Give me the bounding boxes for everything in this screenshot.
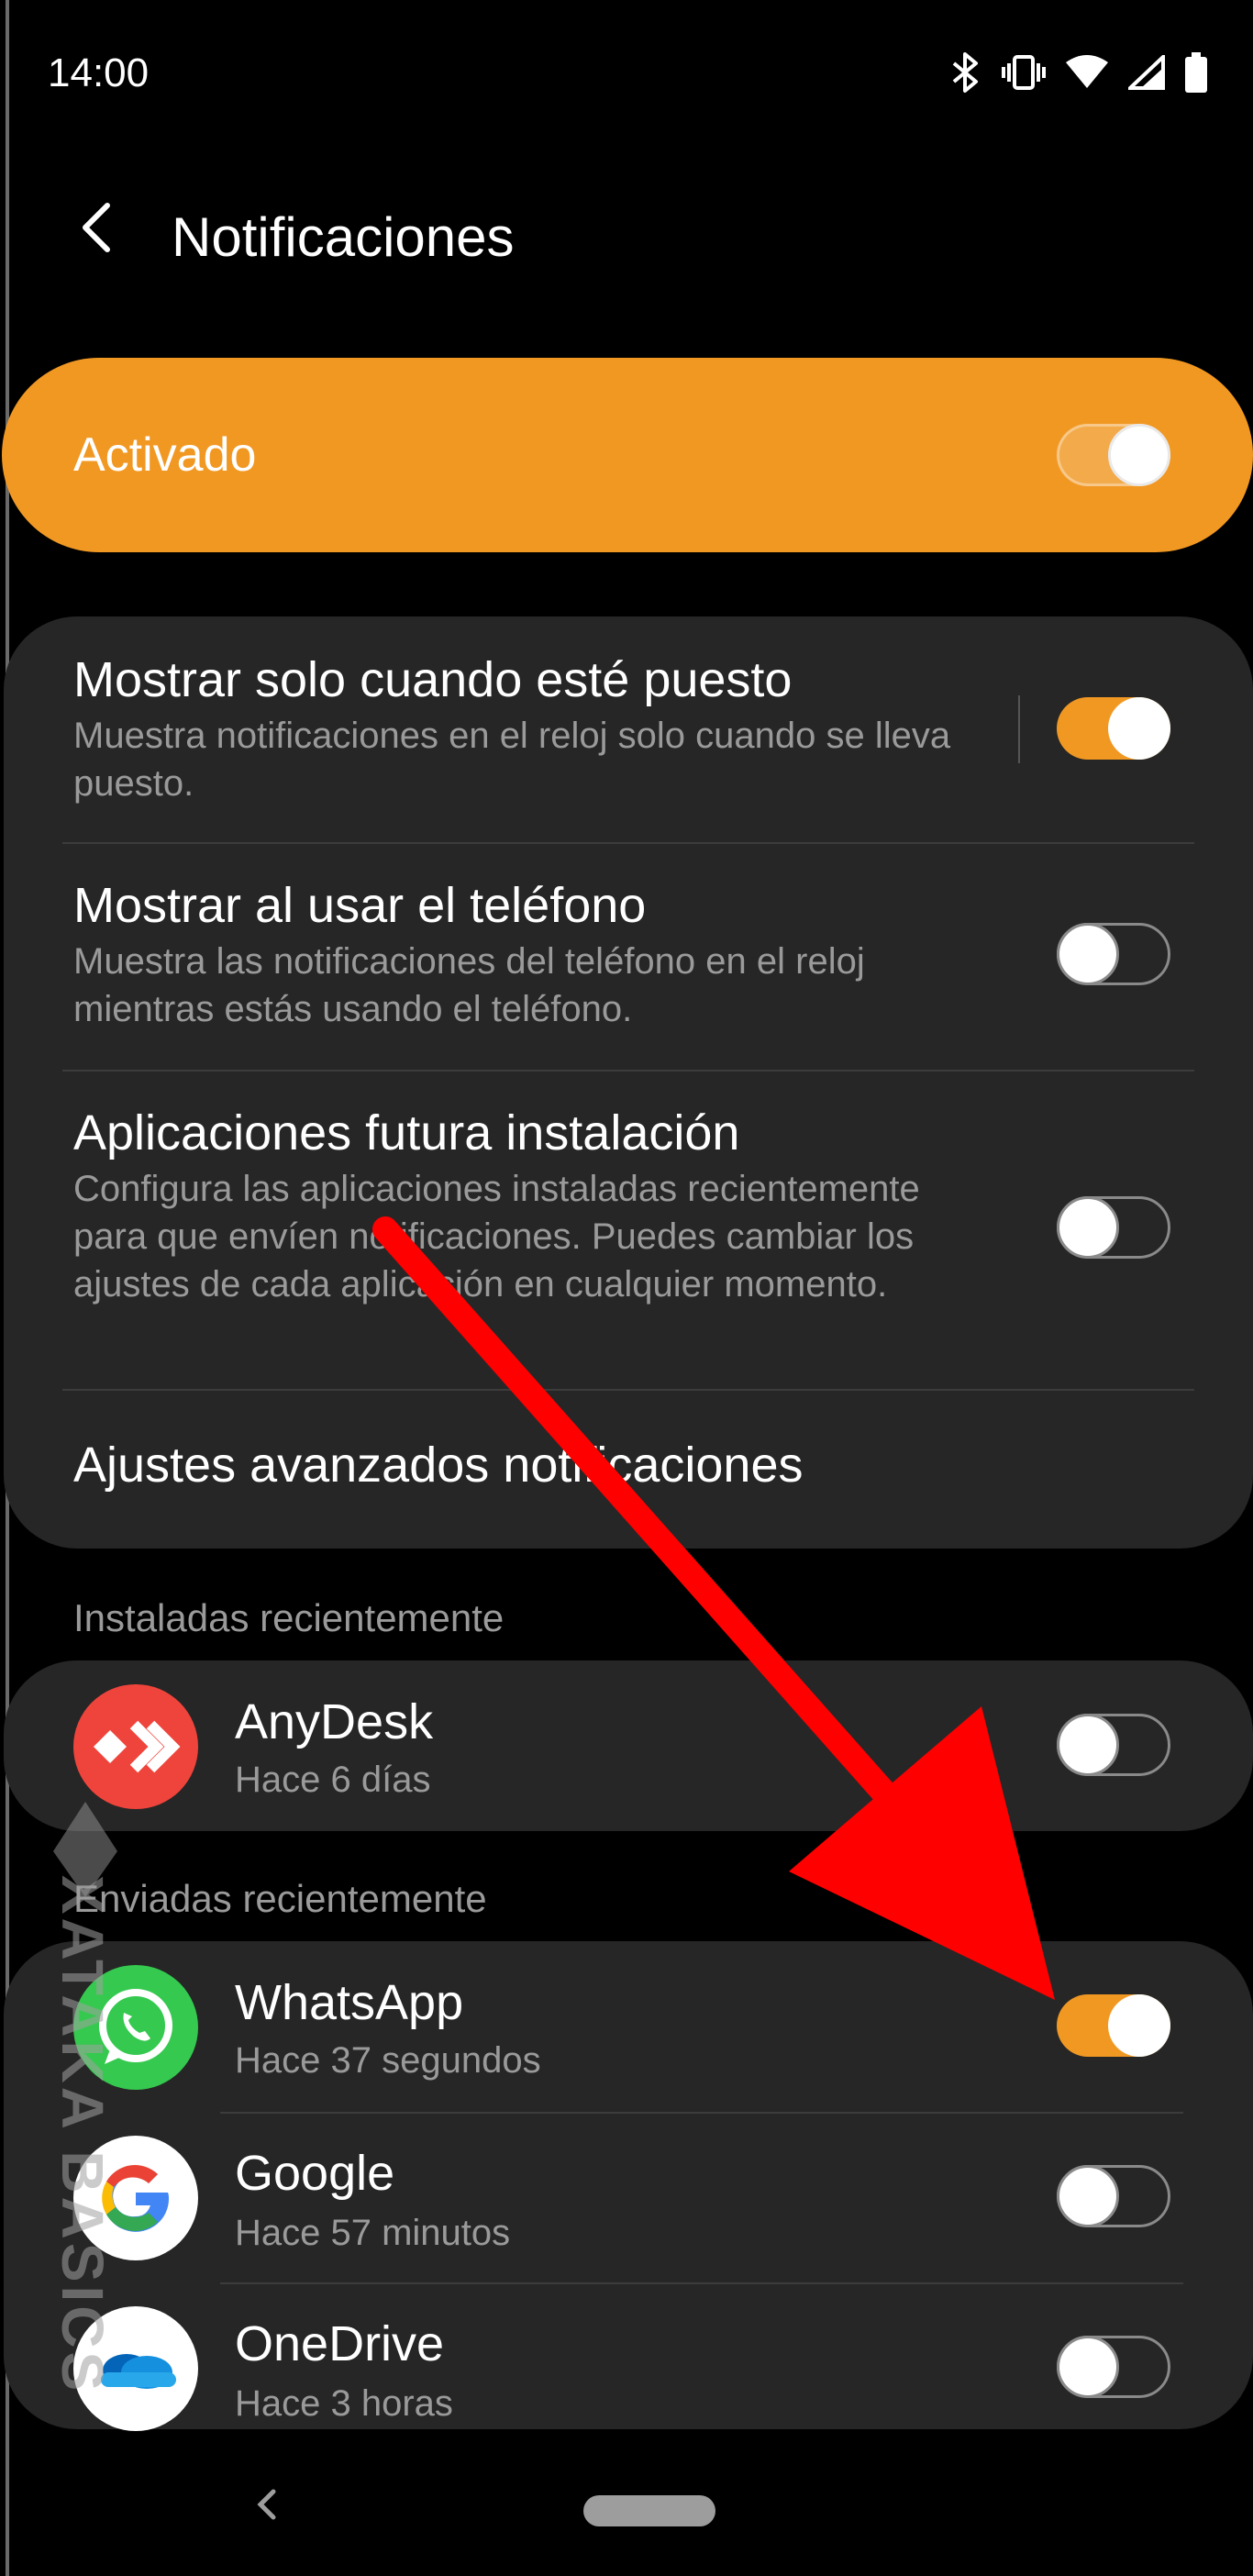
nav-home-pill[interactable] [583,2495,715,2526]
setting-show-when-using-phone[interactable]: Mostrar al usar el teléfono Muestra las … [4,844,1253,1070]
toggle-switch[interactable] [1057,2165,1170,2227]
battery-icon [1185,52,1207,97]
bluetooth-icon [950,51,981,98]
app-bar: Notificaciones [0,174,1253,303]
toggle-switch[interactable] [1057,1196,1170,1259]
setting-title: Mostrar solo cuando esté puesto [73,652,793,707]
nav-back-button[interactable] [248,2477,303,2541]
chevron-left-icon [78,200,115,260]
switch-knob [1057,2336,1119,2398]
switch-knob [1108,1994,1170,2057]
app-name: OneDrive [235,2316,445,2371]
setting-title: Ajustes avanzados notificaciones [73,1438,804,1493]
app-row-whatsapp[interactable]: WhatsApp Hace 37 segundos [4,1941,1253,2112]
status-bar: 14:00 [0,0,1253,147]
setting-advanced-notifications[interactable]: Ajustes avanzados notificaciones [4,1391,1253,1547]
setting-future-installed-apps[interactable]: Aplicaciones futura instalación Configur… [4,1071,1253,1389]
toggle-switch[interactable] [1057,923,1170,985]
page-title: Notificaciones [172,206,515,268]
anydesk-icon [73,1684,198,1809]
sent-apps-card: WhatsApp Hace 37 segundos Google Hace 57… [4,1941,1253,2431]
vertical-divider [1018,695,1020,763]
toggle-switch[interactable] [1057,1994,1170,2057]
status-time: 14:00 [48,50,150,95]
master-toggle-label: Activado [73,428,257,482]
switch-knob [1057,1714,1119,1776]
app-time: Hace 3 horas [235,2383,453,2424]
wifi-icon [1066,55,1108,94]
nav-back-icon [248,2489,284,2536]
toggle-switch[interactable] [1057,2336,1170,2398]
setting-title: Aplicaciones futura instalación [73,1105,740,1160]
switch-knob [1057,1196,1119,1259]
setting-subtitle: Muestra notificaciones en el reloj solo … [73,716,951,804]
setting-subtitle: Muestra las notificaciones del teléfono … [73,941,865,1029]
notification-settings-card: Mostrar solo cuando esté puesto Muestra … [4,616,1253,1549]
status-icons [950,51,1207,98]
back-button[interactable] [64,197,128,261]
master-toggle-row[interactable]: Activado [2,358,1253,552]
app-row-google[interactable]: Google Hace 57 minutos [4,2114,1253,2282]
watermark-text: XATAKA BASICS [50,1874,116,2395]
app-time: Hace 6 días [235,1760,431,1800]
master-toggle-switch[interactable] [1057,424,1170,486]
toggle-switch[interactable] [1057,1714,1170,1776]
setting-show-only-when-worn[interactable]: Mostrar solo cuando esté puesto Muestra … [4,616,1253,842]
setting-title: Mostrar al usar el teléfono [73,878,647,933]
setting-subtitle: Configura las aplicaciones instaladas re… [73,1169,920,1305]
signal-icon [1125,52,1165,94]
app-name: AnyDesk [235,1694,434,1749]
section-label-installed: Instaladas recientemente [73,1596,505,1639]
navigation-bar [0,2449,1253,2576]
installed-apps-card: AnyDesk Hace 6 días [4,1660,1253,1831]
switch-knob [1108,697,1170,760]
app-row-onedrive[interactable]: OneDrive Hace 3 horas [4,2284,1253,2431]
switch-knob [1057,923,1119,985]
app-row-anydesk[interactable]: AnyDesk Hace 6 días [4,1660,1253,1831]
switch-knob [1108,424,1170,486]
vibrate-icon [1002,54,1046,95]
switch-knob [1057,2165,1119,2227]
toggle-switch[interactable] [1057,697,1170,760]
app-time: Hace 57 minutos [235,2213,511,2253]
app-name: WhatsApp [235,1975,464,2030]
watermark: XATAKA BASICS [37,1798,138,2495]
app-name: Google [235,2146,395,2201]
app-time: Hace 37 segundos [235,2040,541,2081]
